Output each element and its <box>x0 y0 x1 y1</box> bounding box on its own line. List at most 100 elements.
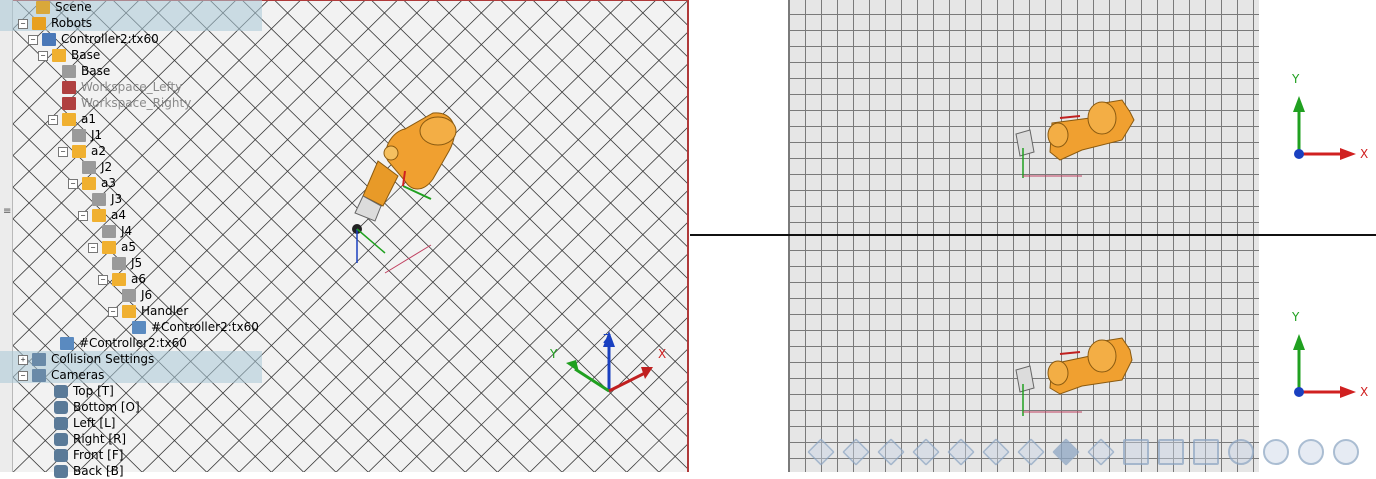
axis-z-label: Z <box>603 332 612 346</box>
workspace-icon <box>62 97 76 110</box>
tree-item-label: a5 <box>121 240 136 254</box>
axis-x-label: X <box>658 347 667 361</box>
view-iso-4-icon <box>912 438 940 466</box>
viewport-top[interactable]: Y X <box>690 0 1376 235</box>
collapse-icon[interactable]: − <box>58 146 68 157</box>
cube-icon <box>112 257 126 270</box>
tree-item-label: Bottom [O] <box>73 400 140 414</box>
cube-icon <box>92 193 106 206</box>
tree-item-label: J2 <box>101 160 113 174</box>
collapse-icon[interactable]: − <box>18 18 28 29</box>
collapse-icon[interactable]: − <box>38 50 48 61</box>
view-iso-1-icon <box>807 438 835 466</box>
scene-icon <box>36 1 50 14</box>
tree-item[interactable]: − Cameras <box>0 367 262 383</box>
view-iso-5-icon <box>947 438 975 466</box>
frame-icon <box>72 145 86 158</box>
view-iso-5-button[interactable] <box>946 436 976 468</box>
robot-arm-top[interactable] <box>1015 99 1135 178</box>
collision-icon <box>32 353 46 366</box>
tree-item-label: a2 <box>91 144 106 158</box>
view-iso-2-button[interactable] <box>841 436 871 468</box>
robot-icon <box>32 17 46 30</box>
pan-hand-button[interactable] <box>1226 436 1256 468</box>
pan-hand-icon <box>1228 439 1254 465</box>
select-icon <box>1193 439 1219 465</box>
select-button[interactable] <box>1191 436 1221 468</box>
wire-cube-button[interactable] <box>1086 436 1116 468</box>
expand-icon[interactable]: + <box>18 354 28 365</box>
link-icon <box>132 321 146 334</box>
frame-icon <box>62 113 76 126</box>
tree-item-label: Top [T] <box>73 384 114 398</box>
collapse-icon[interactable]: − <box>48 114 58 125</box>
rotate-icon <box>1263 439 1289 465</box>
collapse-icon[interactable]: − <box>88 242 98 253</box>
tree-item-label: Front [F] <box>73 448 124 462</box>
robot-arm-bottom[interactable] <box>1015 337 1133 416</box>
tree-item-label: a6 <box>131 272 146 286</box>
frame-icon <box>112 273 126 286</box>
camera-icon <box>54 385 68 398</box>
move-button[interactable] <box>1331 436 1361 468</box>
measure-icon <box>1123 439 1149 465</box>
cube-icon <box>82 161 96 174</box>
solid-cube-button[interactable] <box>1051 436 1081 468</box>
view-iso-7-button[interactable] <box>1016 436 1046 468</box>
cube-icon <box>102 225 116 238</box>
tree-item-label: a4 <box>111 208 126 222</box>
fit-button[interactable] <box>1156 436 1186 468</box>
rotate-button[interactable] <box>1261 436 1291 468</box>
frame-icon <box>92 209 106 222</box>
tree-item-label: Robots <box>51 16 93 30</box>
collapse-icon[interactable]: − <box>68 178 78 189</box>
frame-icon <box>122 305 136 318</box>
view-iso-6-button[interactable] <box>981 436 1011 468</box>
frame-icon <box>102 241 116 254</box>
tree-item-label: Base <box>71 48 101 62</box>
tree-item-label: J4 <box>121 224 133 238</box>
move-icon <box>1333 439 1359 465</box>
tree-item-label: #Controller2:tx60 <box>151 320 259 334</box>
tree-item-label: Workspace_Righty <box>81 96 192 110</box>
collapse-icon[interactable]: − <box>98 274 108 285</box>
camera-icon <box>54 401 68 414</box>
frame-icon <box>82 177 96 190</box>
cube-icon <box>122 289 136 302</box>
view-iso-1-button[interactable] <box>806 436 836 468</box>
measure-button[interactable] <box>1121 436 1151 468</box>
tree-item-label: Scene <box>55 0 92 14</box>
collapse-icon[interactable]: − <box>18 370 28 381</box>
cube-icon <box>62 65 76 78</box>
tree-item[interactable]: − Robots <box>0 15 262 31</box>
view-iso-3-icon <box>877 438 905 466</box>
solid-cube-icon <box>1052 438 1080 466</box>
view-iso-4-button[interactable] <box>911 436 941 468</box>
view-iso-6-icon <box>982 438 1010 466</box>
collapse-icon[interactable]: − <box>78 210 88 221</box>
view-iso-3-button[interactable] <box>876 436 906 468</box>
scene-tree[interactable]: Scene − Robots − Controller2:tx60 − Base Base Wo… <box>0 0 262 478</box>
fit-icon <box>1158 439 1184 465</box>
collapse-icon[interactable]: − <box>28 34 38 45</box>
tree-item-label: J1 <box>91 128 103 142</box>
zoom-button[interactable] <box>1296 436 1326 468</box>
collapse-icon[interactable]: − <box>108 306 118 317</box>
tree-item-label: Base <box>81 64 111 78</box>
axis-y-label: Y <box>1292 72 1300 86</box>
robot-top-overlay <box>1015 96 1356 178</box>
tree-item[interactable]: Scene <box>0 0 262 15</box>
axis-triad-top <box>1293 96 1356 160</box>
view-iso-2-icon <box>842 438 870 466</box>
camera-icon <box>54 449 68 462</box>
tree-item-label: Handler <box>141 304 189 318</box>
cube-icon <box>72 129 86 142</box>
tree-item-label: a1 <box>81 112 96 126</box>
wire-cube-icon <box>1087 438 1115 466</box>
tree-item-label: Cameras <box>51 368 105 382</box>
tree-item-label: J3 <box>111 192 123 206</box>
tree-item-label: J6 <box>141 288 153 302</box>
tree-item[interactable]: + Collision Settings <box>0 351 262 367</box>
axis-x-label: X <box>1360 147 1369 161</box>
tree-item-label: J5 <box>131 256 143 270</box>
